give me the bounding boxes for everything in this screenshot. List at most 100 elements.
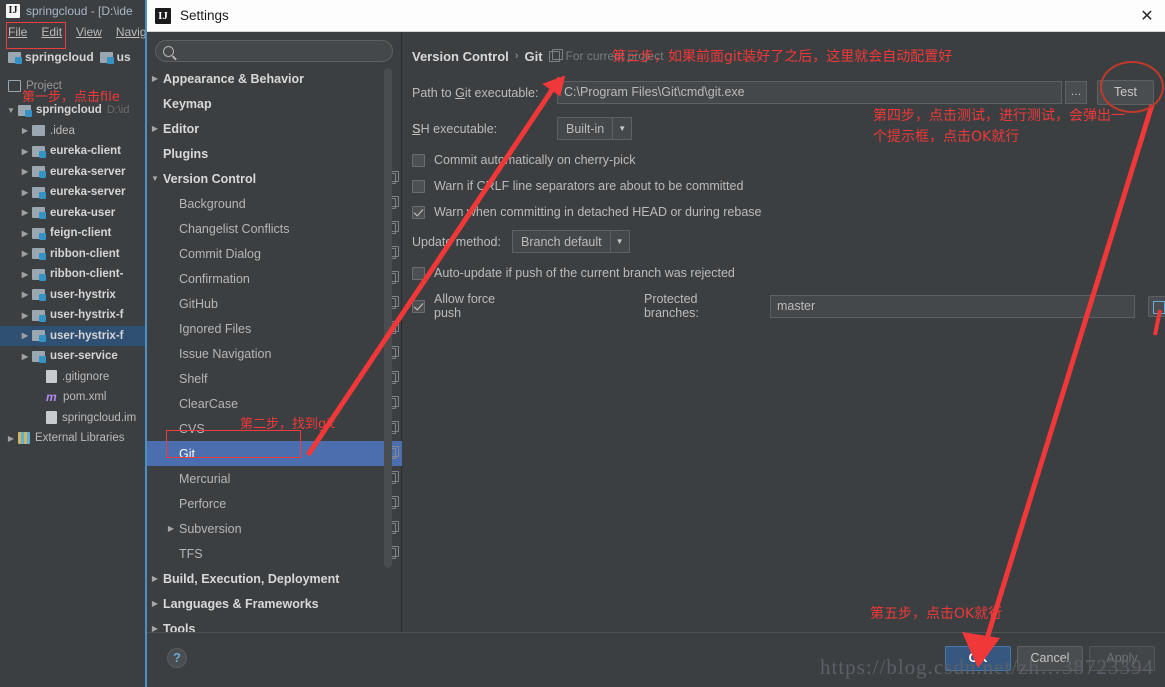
auto-update-checkbox[interactable] xyxy=(412,266,425,280)
nav-twisty-icon[interactable]: ▶ xyxy=(147,124,163,133)
tree-twisty-icon[interactable]: ▶ xyxy=(18,270,32,279)
settings-nav-item-clearcase[interactable]: ClearCase xyxy=(147,391,402,416)
nav-twisty-icon[interactable]: ▶ xyxy=(147,599,163,608)
tree-twisty-icon[interactable]: ▶ xyxy=(18,126,32,135)
tree-row[interactable]: ▶ feign-client xyxy=(0,223,145,244)
nav-twisty-icon[interactable]: ▼ xyxy=(147,174,163,183)
menu-navigate[interactable]: Navig xyxy=(116,25,147,39)
settings-nav-item-label: GitHub xyxy=(179,296,218,311)
settings-nav-item-mercurial[interactable]: Mercurial xyxy=(147,466,402,491)
tree-twisty-icon[interactable]: ▶ xyxy=(18,311,32,320)
search-input[interactable] xyxy=(174,44,392,58)
settings-nav-item-background[interactable]: Background xyxy=(147,191,402,216)
settings-dialog: IJ Settings ✕ ▶ Appearance & Behavior Keym… xyxy=(145,0,1165,687)
tree-row[interactable]: ▶ eureka-client xyxy=(0,141,145,162)
tree-twisty-icon[interactable]: ▶ xyxy=(18,249,32,258)
settings-nav-item-perforce[interactable]: Perforce xyxy=(147,491,402,516)
settings-nav-item-issue-navigation[interactable]: Issue Navigation xyxy=(147,341,402,366)
tree-row[interactable]: springcloud.im xyxy=(0,408,145,429)
tree-twisty-icon[interactable]: ▶ xyxy=(18,188,32,197)
test-button[interactable]: Test xyxy=(1097,80,1154,105)
tree-twisty-icon[interactable]: ▶ xyxy=(4,434,18,443)
tree-row[interactable]: ▶ eureka-server xyxy=(0,182,145,203)
tree-twisty-icon[interactable]: ▶ xyxy=(18,229,32,238)
settings-nav-item-version-control[interactable]: ▼ Version Control xyxy=(147,166,402,191)
tree-row[interactable]: ▶ eureka-server xyxy=(0,162,145,183)
tree-twisty-icon[interactable]: ▶ xyxy=(18,352,32,361)
settings-nav-list[interactable]: ▶ Appearance & Behavior Keymap ▶ Editor Plugi… xyxy=(147,66,402,632)
tree-twisty-icon[interactable]: ▼ xyxy=(4,106,18,115)
settings-nav-item-confirmation[interactable]: Confirmation xyxy=(147,266,402,291)
tree-row[interactable]: ▶ user-hystrix-f xyxy=(0,325,145,346)
force-push-checkbox[interactable] xyxy=(412,299,425,313)
git-executable-input[interactable]: C:\Program Files\Git\cmd\git.exe xyxy=(557,81,1062,104)
settings-nav-item-git[interactable]: Git xyxy=(147,441,402,466)
tree-twisty-icon[interactable]: ▶ xyxy=(18,290,32,299)
crlf-warn-row[interactable]: Warn if CRLF line separators are about t… xyxy=(402,179,1165,193)
tree-row[interactable]: ▶ .idea xyxy=(0,121,145,142)
navbar-crumb-springcloud[interactable]: springcloud xyxy=(8,50,94,64)
cherry-pick-checkbox[interactable] xyxy=(412,153,425,167)
detached-head-row[interactable]: Warn when committing in detached HEAD or… xyxy=(402,205,1165,219)
nav-twisty-icon[interactable]: ▶ xyxy=(147,624,163,632)
project-tree[interactable]: ▼ springcloud D:\id ▶ .idea ▶ eureka-client ▶ eu… xyxy=(0,100,145,449)
settings-nav-scrollbar[interactable] xyxy=(384,68,392,568)
git-executable-row: Path to Git executable: C:\Program Files… xyxy=(402,80,1165,105)
detached-head-checkbox[interactable] xyxy=(412,205,425,219)
tree-row[interactable]: .gitignore xyxy=(0,367,145,388)
settings-nav-item-ignored-files[interactable]: Ignored Files xyxy=(147,316,402,341)
chevron-down-icon[interactable]: ▼ xyxy=(612,118,631,139)
settings-nav-item-commit-dialog[interactable]: Commit Dialog xyxy=(147,241,402,266)
settings-nav-item-appearance-behavior[interactable]: ▶ Appearance & Behavior xyxy=(147,66,402,91)
menu-edit[interactable]: Edit xyxy=(41,25,62,39)
tree-twisty-icon[interactable]: ▶ xyxy=(18,208,32,217)
settings-nav-item-cvs[interactable]: CVS xyxy=(147,416,402,441)
tree-row[interactable]: ▶ user-hystrix-f xyxy=(0,305,145,326)
settings-nav-item-tools[interactable]: ▶ Tools xyxy=(147,616,402,633)
tree-twisty-icon[interactable]: ▶ xyxy=(18,331,32,340)
force-push-row: Allow force push Protected branches: mas… xyxy=(402,292,1165,320)
update-method-combobox[interactable]: Branch default ▼ xyxy=(512,230,630,253)
navbar-crumb-user[interactable]: us xyxy=(99,50,131,64)
crlf-warn-checkbox[interactable] xyxy=(412,179,425,193)
settings-nav-item-languages-frameworks[interactable]: ▶ Languages & Frameworks xyxy=(147,591,402,616)
tree-row[interactable]: ▶ user-service xyxy=(0,346,145,367)
copy-settings-icon[interactable] xyxy=(548,48,563,62)
project-tool-window-tab[interactable]: Project xyxy=(8,80,62,92)
tree-row[interactable]: ▼ springcloud D:\id xyxy=(0,100,145,121)
settings-search-box[interactable] xyxy=(155,40,393,62)
settings-nav-item-plugins[interactable]: Plugins xyxy=(147,141,402,166)
settings-nav-item-subversion[interactable]: ▶ Subversion xyxy=(147,516,402,541)
tree-twisty-icon[interactable]: ▶ xyxy=(18,147,32,156)
nav-twisty-icon[interactable]: ▶ xyxy=(163,524,179,533)
auto-update-label: Auto-update if push of the current branc… xyxy=(434,266,735,280)
expand-protected-branches-icon[interactable] xyxy=(1148,295,1165,317)
tree-twisty-icon[interactable]: ▶ xyxy=(18,167,32,176)
tree-row[interactable]: m pom.xml xyxy=(0,387,145,408)
help-button[interactable]: ? xyxy=(167,648,187,668)
nav-twisty-icon[interactable]: ▶ xyxy=(147,574,163,583)
menu-view[interactable]: View xyxy=(76,25,102,39)
ssh-executable-combobox[interactable]: Built-in ▼ xyxy=(557,117,633,140)
tree-row[interactable]: ▶ user-hystrix xyxy=(0,285,145,306)
settings-nav-item-build-execution-deployment[interactable]: ▶ Build, Execution, Deployment xyxy=(147,566,402,591)
chevron-down-icon[interactable]: ▼ xyxy=(609,231,629,252)
tree-row[interactable]: ▶ ribbon-client xyxy=(0,244,145,265)
protected-branches-input[interactable]: master xyxy=(769,294,1136,318)
auto-update-row[interactable]: Auto-update if push of the current branc… xyxy=(402,266,1165,280)
tree-row[interactable]: ▶ ribbon-client- xyxy=(0,264,145,285)
browse-button[interactable]: … xyxy=(1065,81,1087,104)
settings-nav-item-label: Tools xyxy=(163,621,196,633)
tree-row[interactable]: ▶ External Libraries xyxy=(0,428,145,449)
settings-nav-item-shelf[interactable]: Shelf xyxy=(147,366,402,391)
cherry-pick-row[interactable]: Commit automatically on cherry-pick xyxy=(402,153,1165,167)
menu-file[interactable]: File xyxy=(8,25,27,39)
settings-nav-item-tfs[interactable]: TFS xyxy=(147,541,402,566)
tree-row[interactable]: ▶ eureka-user xyxy=(0,203,145,224)
close-icon[interactable]: ✕ xyxy=(1137,6,1157,26)
settings-nav-item-keymap[interactable]: Keymap xyxy=(147,91,402,116)
settings-nav-item-github[interactable]: GitHub xyxy=(147,291,402,316)
nav-twisty-icon[interactable]: ▶ xyxy=(147,74,163,83)
settings-nav-item-editor[interactable]: ▶ Editor xyxy=(147,116,402,141)
settings-nav-item-changelist-conflicts[interactable]: Changelist Conflicts xyxy=(147,216,402,241)
